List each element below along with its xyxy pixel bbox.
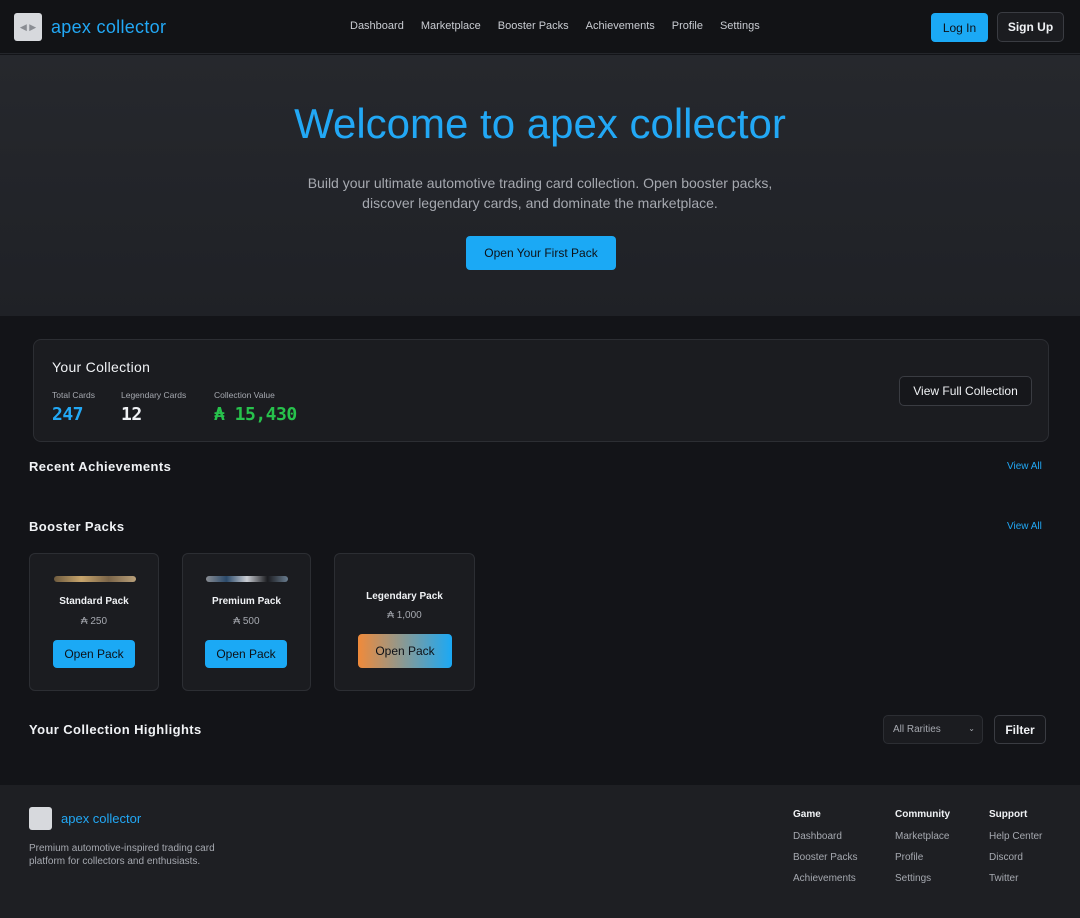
stat-label: Total Cards <box>52 390 95 400</box>
achievements-title: Recent Achievements <box>29 459 172 474</box>
nav-link-settings[interactable]: Settings <box>720 20 760 32</box>
pack-name: Premium Pack <box>212 596 281 607</box>
stat-value: 12 <box>121 404 142 425</box>
pack-image <box>206 576 288 582</box>
stat-value: ₳ 15,430 <box>214 404 297 425</box>
pack-card-premium[interactable]: Premium Pack ₳ 500 Open Pack <box>182 553 311 691</box>
pack-image <box>54 576 136 582</box>
footer-col-title: Game <box>793 809 821 820</box>
footer-col-title: Support <box>989 809 1028 820</box>
login-button[interactable]: Log In <box>931 13 988 42</box>
stat-value: 247 <box>52 404 84 425</box>
nav-link-booster-packs[interactable]: Booster Packs <box>498 20 569 32</box>
footer-link-help-center[interactable]: Help Center <box>989 831 1042 842</box>
hero-subtitle: Build your ultimate automotive trading c… <box>307 175 773 211</box>
footer-link-marketplace[interactable]: Marketplace <box>895 831 950 842</box>
footer-link-achievements[interactable]: Achievements <box>793 873 857 884</box>
footer-col-community: Community Marketplace Profile Settings <box>895 809 950 894</box>
footer-col-title: Community <box>895 809 950 820</box>
nav-links: Dashboard Marketplace Booster Packs Achi… <box>350 20 777 32</box>
rarity-select-value: All Rarities <box>893 724 941 735</box>
nav-link-achievements[interactable]: Achievements <box>586 20 655 32</box>
top-nav: ◀ ▶ apex collector Dashboard Marketplace… <box>0 0 1080 54</box>
brand[interactable]: ◀ ▶ apex collector <box>14 13 166 41</box>
filter-button[interactable]: Filter <box>994 715 1046 744</box>
footer-link-dashboard[interactable]: Dashboard <box>793 831 857 842</box>
footer-link-settings[interactable]: Settings <box>895 873 950 884</box>
stat-label: Legendary Cards <box>121 390 187 400</box>
nav-link-dashboard[interactable]: Dashboard <box>350 20 404 32</box>
footer-link-twitter[interactable]: Twitter <box>989 873 1042 884</box>
stat-total-cards: Total Cards 247 <box>52 390 95 425</box>
footer: apex collector Premium automotive-inspir… <box>0 785 1080 918</box>
stat-collection-value: Collection Value ₳ 15,430 <box>214 390 297 425</box>
booster-packs-title: Booster Packs <box>29 519 125 534</box>
open-pack-button[interactable]: Open Pack <box>205 640 287 668</box>
stat-legendary-cards: Legendary Cards 12 <box>121 390 186 425</box>
chevron-down-icon: ⌄ <box>968 724 975 733</box>
hero-title: Welcome to apex collector <box>294 100 786 147</box>
pack-card-legendary[interactable]: Legendary Pack ₳ 1,000 Open Pack <box>334 553 475 691</box>
collection-title: Your Collection <box>52 359 151 375</box>
nav-link-marketplace[interactable]: Marketplace <box>421 20 481 32</box>
footer-brand[interactable]: apex collector <box>61 811 141 826</box>
open-first-pack-button[interactable]: Open Your First Pack <box>466 236 616 270</box>
footer-logo-icon <box>29 807 52 830</box>
hero-section: Welcome to apex collector Build your ult… <box>0 55 1080 316</box>
open-pack-button[interactable]: Open Pack <box>53 640 135 668</box>
pack-name: Legendary Pack <box>366 591 443 602</box>
stat-label: Collection Value <box>214 390 275 400</box>
pack-price: ₳ 1,000 <box>387 610 422 621</box>
footer-col-support: Support Help Center Discord Twitter <box>989 809 1042 894</box>
logo-icon: ◀ ▶ <box>14 13 42 41</box>
pack-price: ₳ 250 <box>80 616 108 627</box>
footer-col-game: Game Dashboard Booster Packs Achievement… <box>793 809 857 894</box>
packs-view-all-link[interactable]: View All <box>1007 521 1042 532</box>
pack-name: Standard Pack <box>59 596 129 607</box>
rarity-select[interactable]: All Rarities ⌄ <box>883 715 983 744</box>
open-pack-button[interactable]: Open Pack <box>358 634 452 668</box>
footer-description: Premium automotive-inspired trading card… <box>29 843 215 867</box>
footer-link-discord[interactable]: Discord <box>989 852 1042 863</box>
pack-card-standard[interactable]: Standard Pack ₳ 250 Open Pack <box>29 553 159 691</box>
brand-name: apex collector <box>51 16 167 37</box>
view-full-collection-button[interactable]: View Full Collection <box>899 376 1032 406</box>
collection-summary-card: Your Collection Total Cards 247 Legendar… <box>33 339 1049 442</box>
achievements-view-all-link[interactable]: View All <box>1007 461 1042 472</box>
nav-link-profile[interactable]: Profile <box>672 20 703 32</box>
footer-link-booster-packs[interactable]: Booster Packs <box>793 852 857 863</box>
signup-button[interactable]: Sign Up <box>997 12 1064 42</box>
highlights-title: Your Collection Highlights <box>29 722 202 737</box>
footer-link-profile[interactable]: Profile <box>895 852 950 863</box>
pack-price: ₳ 500 <box>233 616 260 627</box>
